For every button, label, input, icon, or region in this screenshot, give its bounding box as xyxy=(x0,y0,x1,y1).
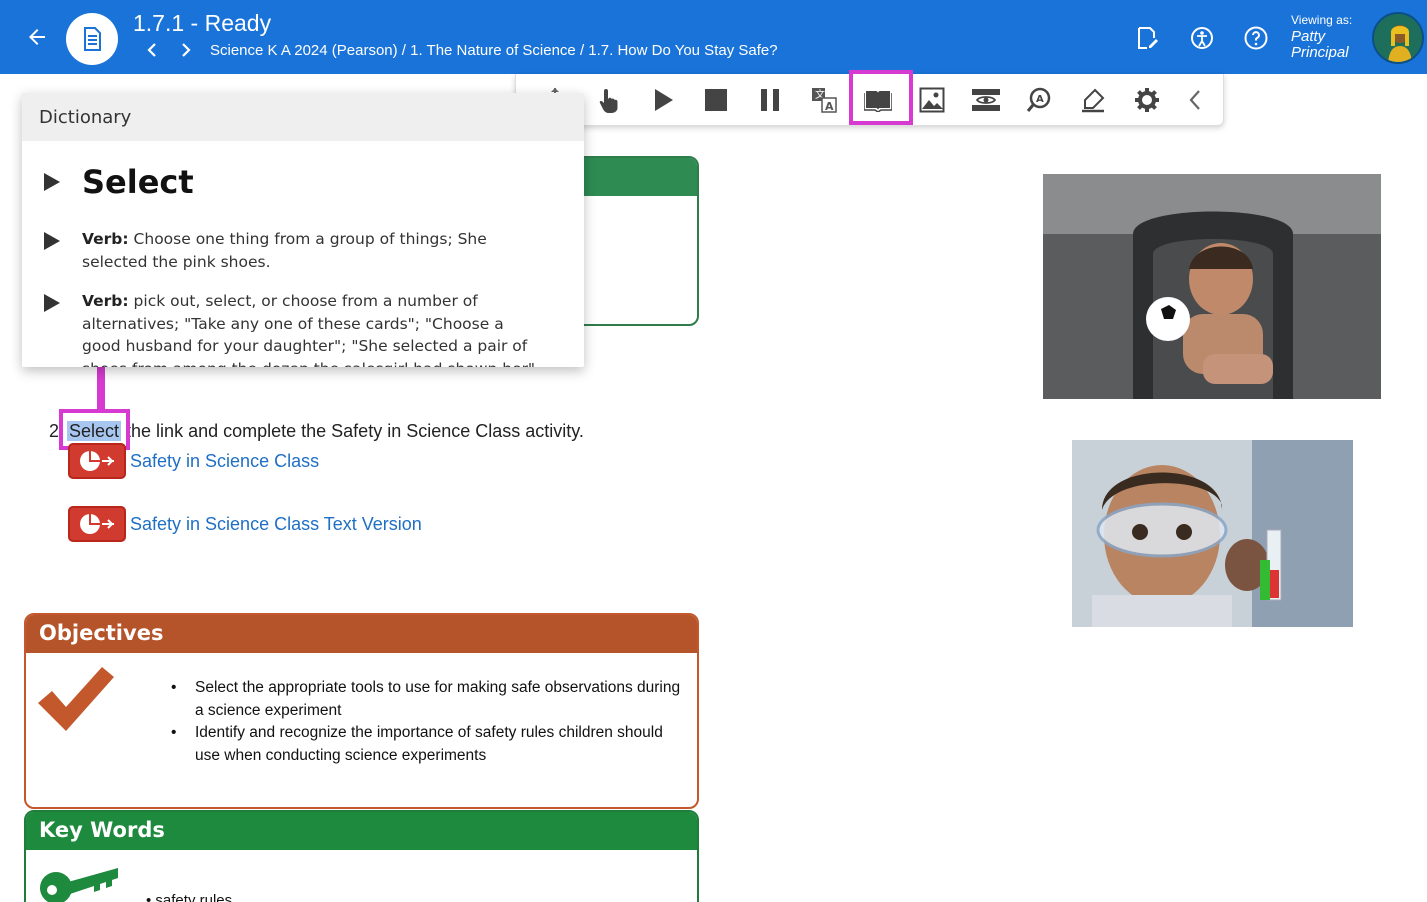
dictionary-heading: Dictionary xyxy=(22,93,584,141)
step-instruction: 2 Select the link and complete the Safety… xyxy=(49,421,584,442)
back-arrow-icon[interactable] xyxy=(22,22,52,52)
definition-text: Verb: pick out, select, or choose from a… xyxy=(82,292,535,367)
objectives-list: Select the appropriate tools to use for … xyxy=(171,677,691,767)
chevron-right-icon[interactable] xyxy=(176,40,196,60)
picture-dictionary-icon[interactable] xyxy=(915,84,949,116)
chevron-left-icon[interactable] xyxy=(142,40,162,60)
definition-item: Verb: pick out, select, or choose from a… xyxy=(44,290,544,367)
list-item: Identify and recognize the importance of… xyxy=(171,722,691,767)
objectives-card: Objectives Select the appropriate tools … xyxy=(24,613,699,809)
play-definition-icon[interactable] xyxy=(44,232,60,250)
viewing-as-name: Patty Principal xyxy=(1291,28,1349,61)
avatar[interactable] xyxy=(1372,12,1424,64)
step-instruction-text: the link and complete the Safety in Scie… xyxy=(121,421,584,441)
collapse-toolbar-icon[interactable] xyxy=(1178,84,1212,116)
reading-toolbar: 文A A xyxy=(515,74,1224,126)
list-item: Select the appropriate tools to use for … xyxy=(171,677,691,722)
document-icon xyxy=(66,13,118,65)
list-item: • safety rules xyxy=(146,892,233,902)
highlighter-icon[interactable] xyxy=(1076,84,1110,116)
screen-mask-icon[interactable] xyxy=(969,84,1003,116)
settings-icon[interactable] xyxy=(1130,84,1164,116)
breadcrumb[interactable]: Science K A 2024 (Pearson) / 1. The Natu… xyxy=(210,42,778,59)
help-icon[interactable] xyxy=(1242,24,1270,52)
dictionary-content: Select Verb: Choose one thing from a gro… xyxy=(22,141,570,367)
objectives-title: Objectives xyxy=(26,615,697,653)
step-number: 2 xyxy=(49,421,60,441)
definition-text: Verb: Choose one thing from a group of t… xyxy=(82,230,487,271)
checkmark-icon xyxy=(38,667,114,731)
link-safety-in-science-class-text-version[interactable]: Safety in Science Class Text Version xyxy=(68,506,422,542)
dictionary-panel: Dictionary Select Verb: Choose one thing… xyxy=(22,93,584,367)
key-words-title: Key Words xyxy=(26,812,697,850)
play-word-icon[interactable] xyxy=(44,173,60,191)
definition-item: Verb: Choose one thing from a group of t… xyxy=(44,228,544,273)
play-definition-icon[interactable] xyxy=(44,294,60,312)
dictionary-word: Select xyxy=(82,163,194,201)
dictionary-word-row: Select xyxy=(44,163,194,201)
pointer-icon[interactable] xyxy=(592,84,626,116)
interactive-activity-icon xyxy=(68,506,126,542)
car-seat-photo xyxy=(1043,174,1381,399)
svg-text:A: A xyxy=(1036,94,1044,105)
app-header: 1.7.1 - Ready Science K A 2024 (Pearson)… xyxy=(0,0,1427,74)
stop-icon[interactable] xyxy=(699,84,733,116)
pause-icon[interactable] xyxy=(753,84,787,116)
accessibility-icon[interactable] xyxy=(1188,24,1216,52)
link-label[interactable]: Safety in Science Class Text Version xyxy=(130,514,422,535)
key-icon xyxy=(40,868,118,902)
play-icon[interactable] xyxy=(646,84,680,116)
translate-icon[interactable]: 文A xyxy=(807,84,841,116)
page-title: 1.7.1 - Ready xyxy=(133,10,272,36)
lesson-nav xyxy=(142,40,196,60)
link-label[interactable]: Safety in Science Class xyxy=(130,451,319,472)
svg-text:A: A xyxy=(825,100,834,113)
interactive-activity-icon xyxy=(68,443,126,479)
edit-document-icon[interactable] xyxy=(1133,24,1161,52)
selected-word[interactable]: Select xyxy=(67,421,122,441)
link-safety-in-science-class[interactable]: Safety in Science Class xyxy=(68,443,319,479)
key-words-card: Key Words • safety rules xyxy=(24,810,699,902)
safety-goggles-photo xyxy=(1072,440,1353,627)
text-finder-icon[interactable]: A xyxy=(1022,84,1056,116)
dictionary-icon[interactable] xyxy=(861,84,895,116)
viewing-as-label: Viewing as: xyxy=(1291,13,1353,27)
